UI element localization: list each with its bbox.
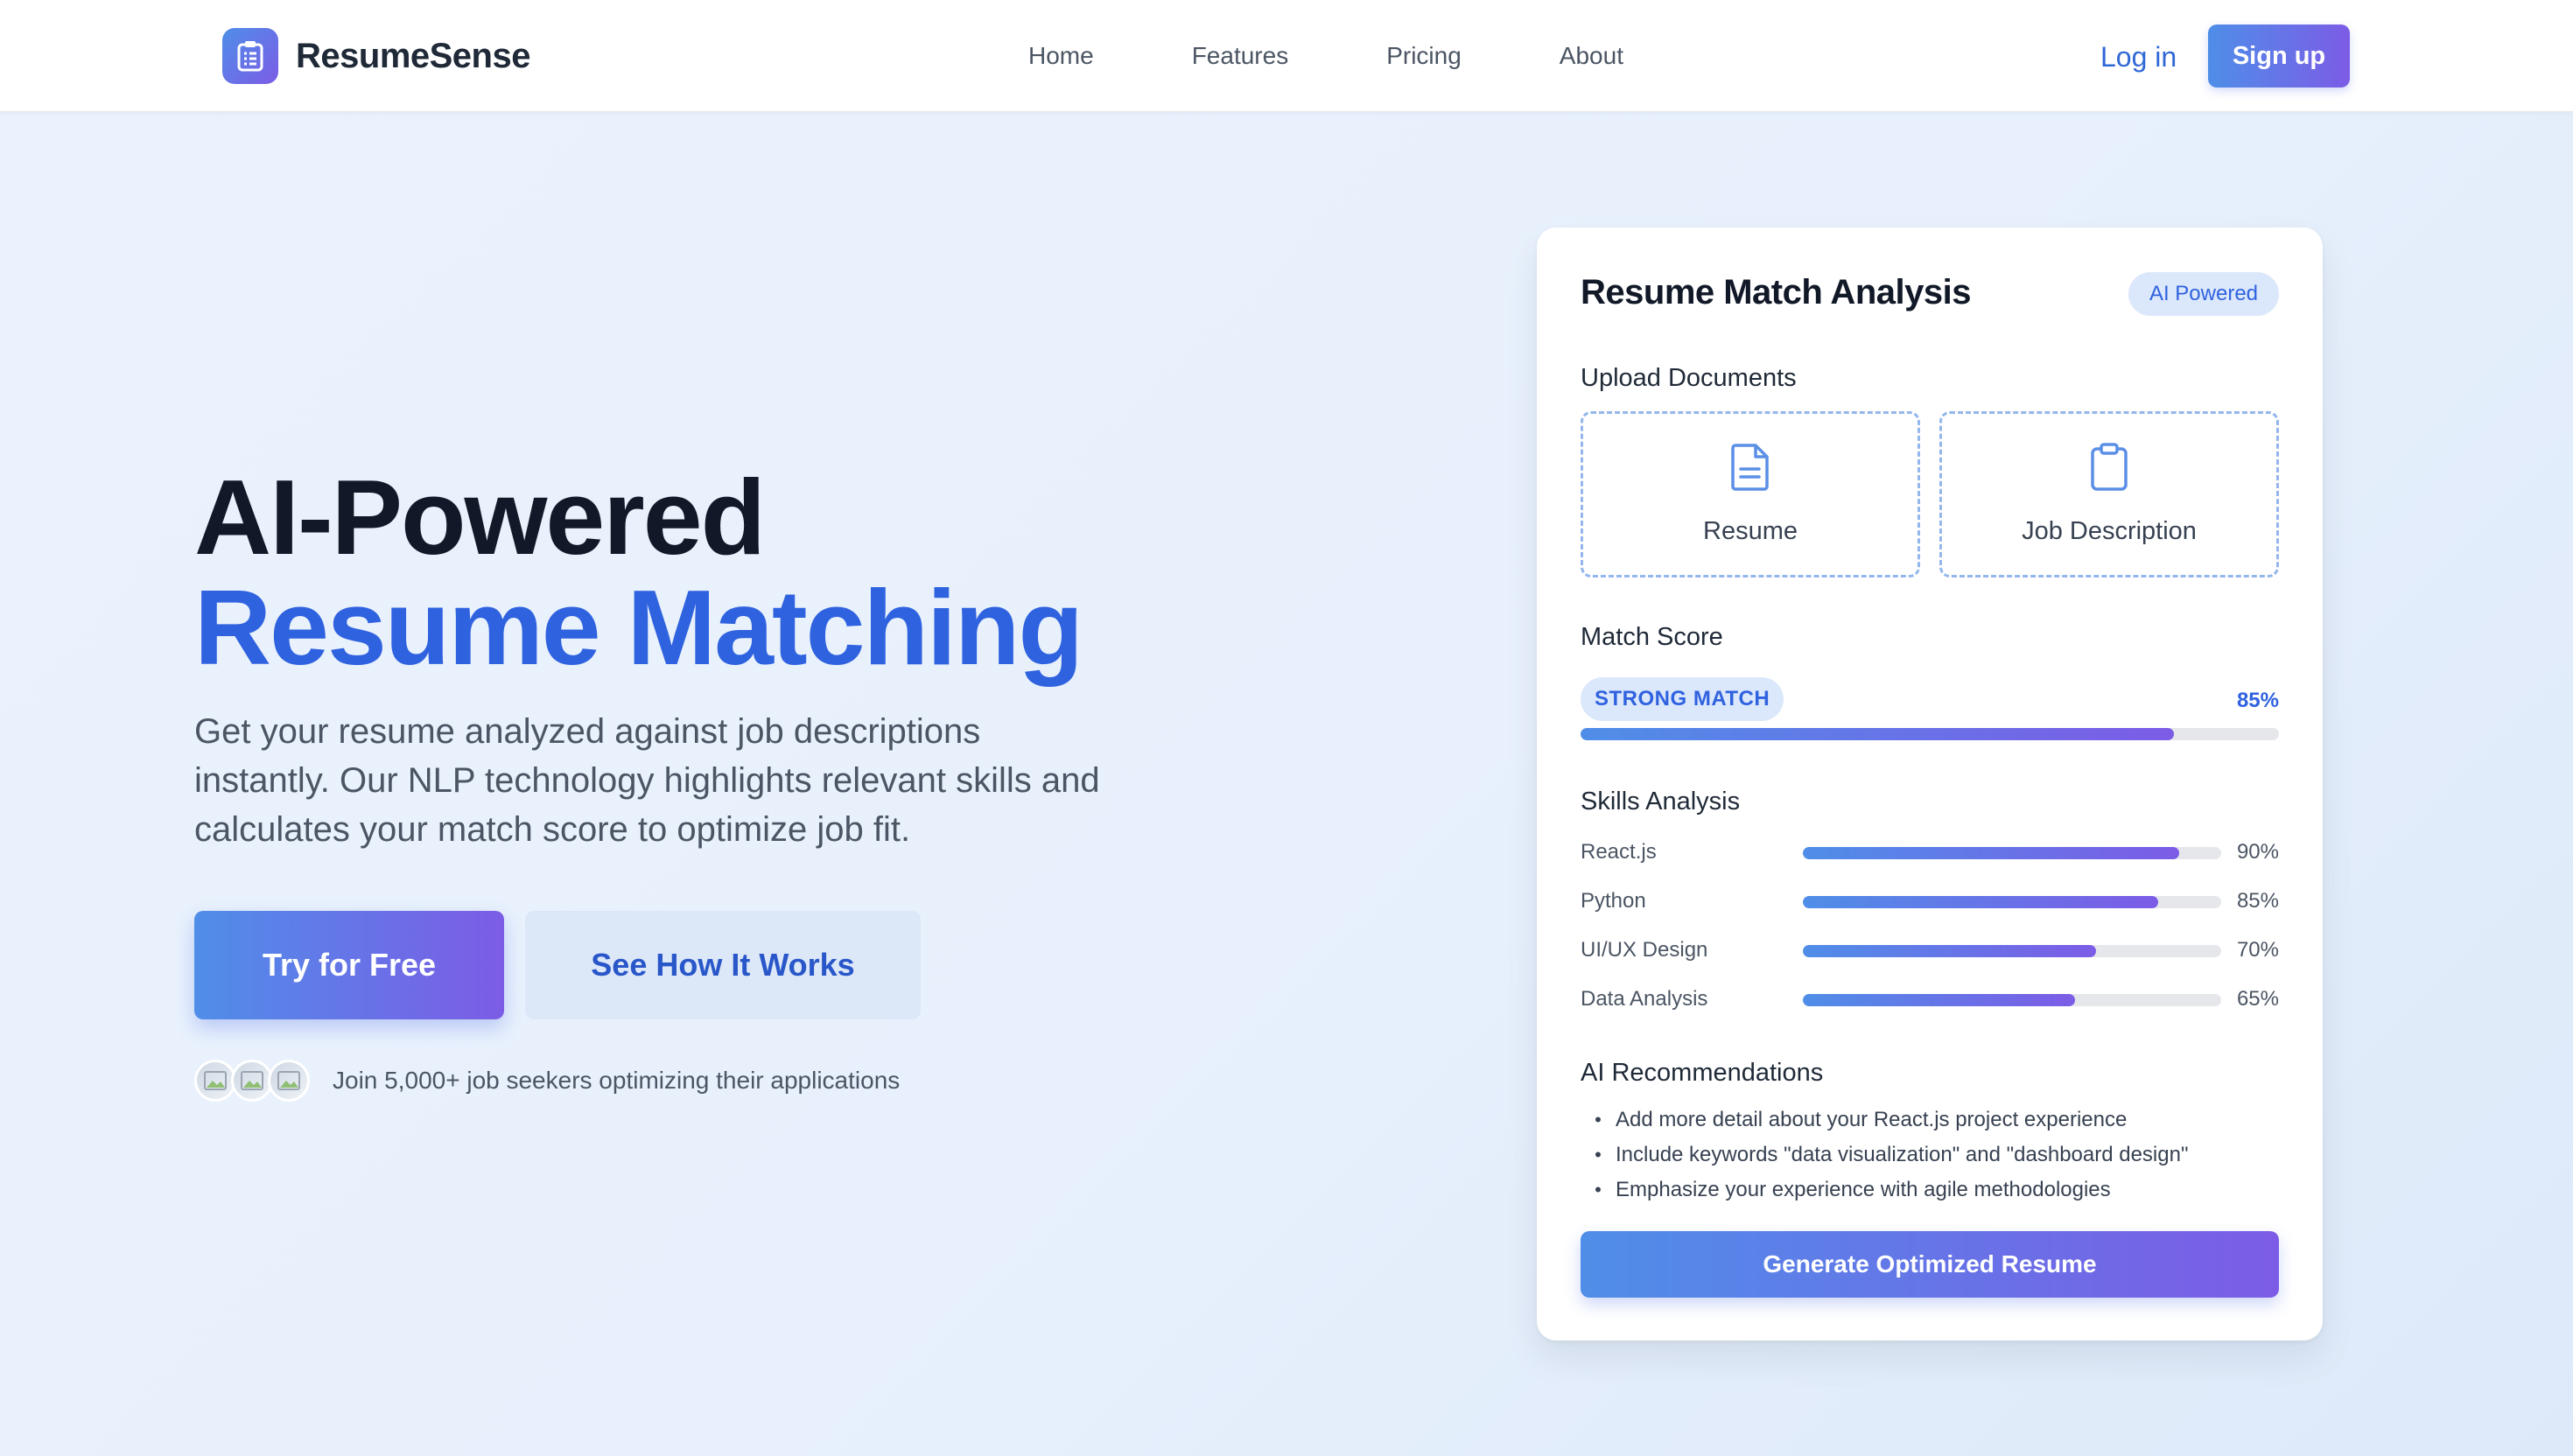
recommendation-text: Include keywords "data visualization" an… — [1616, 1143, 2189, 1166]
nav-link-pricing[interactable]: Pricing — [1386, 42, 1462, 70]
avatar-group — [194, 1060, 310, 1102]
nav-link-about[interactable]: About — [1560, 42, 1623, 70]
skill-bar — [1803, 945, 2221, 957]
skill-percent: 70% — [2236, 938, 2279, 962]
ai-powered-badge: AI Powered — [2128, 272, 2279, 316]
nav-links: Home Features Pricing About — [1028, 0, 1721, 112]
try-for-free-button[interactable]: Try for Free — [194, 911, 504, 1019]
resume-upload-label: Resume — [1703, 517, 1798, 545]
recommendations-list: • Add more detail about your React.js pr… — [1581, 1102, 2298, 1208]
skill-name: React.js — [1581, 840, 1657, 864]
match-score-bar — [1581, 728, 2279, 740]
strong-match-badge: STRONG MATCH — [1581, 677, 1784, 721]
skill-percent: 65% — [2236, 987, 2279, 1011]
nav-link-home[interactable]: Home — [1028, 42, 1094, 70]
recommendation-text: Emphasize your experience with agile met… — [1616, 1178, 2111, 1201]
hero-title-line2: Resume Matching — [194, 568, 1083, 687]
skill-name: Python — [1581, 889, 1646, 913]
social-proof: Join 5,000+ job seekers optimizing their… — [194, 1059, 900, 1102]
generate-optimized-resume-button[interactable]: Generate Optimized Resume — [1581, 1231, 2279, 1298]
see-how-it-works-button[interactable]: See How It Works — [525, 911, 921, 1019]
resume-upload-box[interactable]: Resume — [1581, 411, 1920, 578]
nav-link-features[interactable]: Features — [1192, 42, 1289, 70]
skill-percent: 85% — [2236, 889, 2279, 913]
match-score-bar-fill — [1581, 728, 2175, 740]
list-item: • Include keywords "data visualization" … — [1581, 1138, 2298, 1172]
clipboard-icon — [2089, 443, 2129, 496]
skill-bar-fill — [1803, 994, 2075, 1006]
skills-analysis-label: Skills Analysis — [1581, 788, 1741, 816]
skill-bar-fill — [1803, 896, 2159, 908]
skill-bar — [1803, 994, 2221, 1006]
resume-match-card: Resume Match Analysis AI Powered Upload … — [1537, 228, 2323, 1340]
skill-name: Data Analysis — [1581, 987, 1708, 1011]
document-icon — [1730, 443, 1770, 496]
skill-percent: 90% — [2236, 840, 2279, 864]
match-score-percent: 85% — [2236, 689, 2279, 712]
job-description-upload-box[interactable]: Job Description — [1939, 411, 2279, 578]
hero-title-line1: AI-Powered — [194, 458, 766, 577]
clipboard-list-icon — [222, 28, 278, 84]
skill-bar — [1803, 847, 2221, 859]
skill-bar-fill — [1803, 847, 2180, 859]
skill-bar-fill — [1803, 945, 2096, 957]
skill-bar — [1803, 896, 2221, 908]
avatar — [231, 1060, 273, 1102]
recommendation-text: Add more detail about your React.js proj… — [1616, 1108, 2128, 1131]
signup-button[interactable]: Sign up — [2208, 24, 2350, 88]
brand-logo[interactable]: ResumeSense — [222, 28, 530, 84]
card-title: Resume Match Analysis — [1581, 273, 1971, 312]
hero-title: AI-Powered Resume Matching — [194, 458, 1083, 687]
ai-recommendations-label: AI Recommendations — [1581, 1059, 1824, 1087]
upload-documents-label: Upload Documents — [1581, 364, 1797, 392]
match-score-label: Match Score — [1581, 623, 1723, 651]
login-link[interactable]: Log in — [2100, 35, 2177, 79]
list-item: • Add more detail about your React.js pr… — [1581, 1102, 2298, 1138]
skill-name: UI/UX Design — [1581, 938, 1708, 962]
avatar — [194, 1060, 236, 1102]
job-description-upload-label: Job Description — [2022, 517, 2197, 545]
list-item: • Emphasize your experience with agile m… — [1581, 1172, 2298, 1208]
top-nav: ResumeSense Home Features Pricing About … — [0, 0, 2573, 112]
brand-name: ResumeSense — [296, 36, 530, 75]
hero-description: Get your resume analyzed against job des… — [194, 712, 1100, 849]
avatar — [268, 1060, 310, 1102]
social-proof-text: Join 5,000+ job seekers optimizing their… — [333, 1067, 901, 1094]
